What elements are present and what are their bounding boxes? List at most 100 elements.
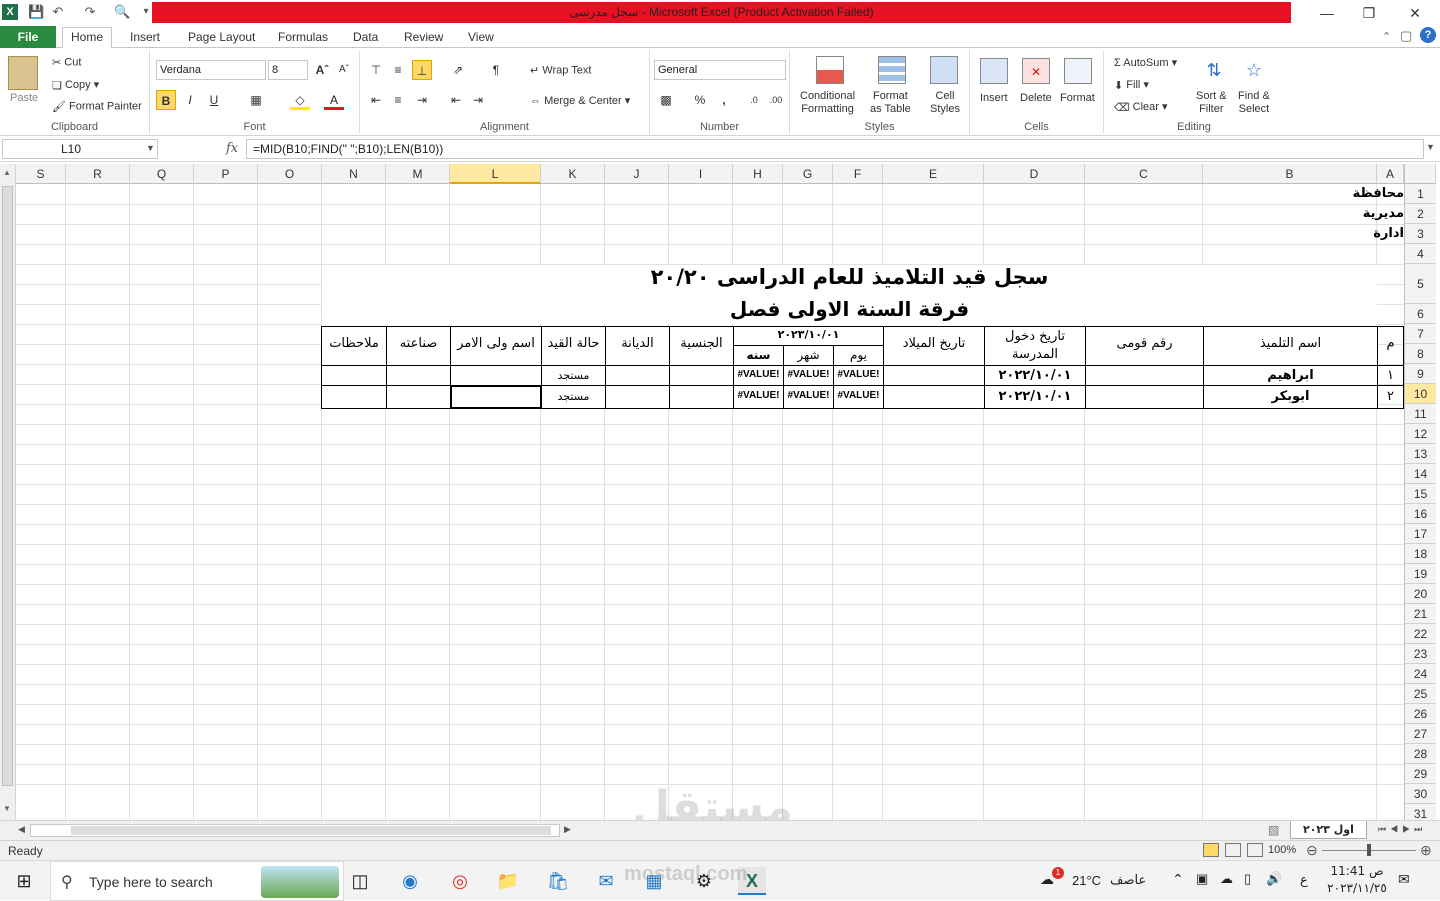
- orientation-icon[interactable]: ⇗: [448, 60, 468, 80]
- scroll-left-icon[interactable]: ◀: [18, 824, 25, 835]
- delete-button[interactable]: Delete: [1020, 92, 1052, 104]
- shrink-font-icon[interactable]: Aˇ: [334, 60, 354, 80]
- fill-color-icon[interactable]: ◇: [290, 90, 310, 110]
- insert-button[interactable]: Insert: [980, 92, 1008, 104]
- align-bottom-icon[interactable]: ⊥: [412, 60, 432, 80]
- increase-indent-icon[interactable]: ⇥: [468, 90, 488, 110]
- row9-guardian-cell[interactable]: [450, 365, 542, 386]
- cell-styles-button[interactable]: Cell Styles: [930, 90, 960, 116]
- align-middle-icon[interactable]: ≡: [388, 60, 408, 80]
- row-header-10[interactable]: 10: [1404, 384, 1436, 404]
- font-color-icon[interactable]: A: [324, 90, 344, 110]
- mail-icon[interactable]: ✉: [592, 867, 620, 895]
- row-header-28[interactable]: 28: [1404, 744, 1436, 764]
- format-as-table-icon[interactable]: [878, 56, 906, 84]
- col-header-e[interactable]: E: [883, 164, 984, 184]
- row-header-17[interactable]: 17: [1404, 524, 1436, 544]
- horizontal-scroll-thumb[interactable]: [71, 826, 551, 835]
- page-layout-view-icon[interactable]: [1225, 843, 1241, 857]
- col-header-q[interactable]: Q: [130, 164, 194, 184]
- row10-notes-cell[interactable]: [321, 385, 387, 409]
- network-icon[interactable]: ☁: [1220, 871, 1233, 887]
- row-header-15[interactable]: 15: [1404, 484, 1436, 504]
- tab-data[interactable]: Data: [345, 28, 386, 48]
- tab-insert[interactable]: Insert: [122, 28, 168, 48]
- format-painter-button[interactable]: 🖌 Format Painter: [52, 100, 142, 113]
- col-header-l[interactable]: L: [450, 164, 541, 184]
- delete-cells-icon[interactable]: ✕: [1022, 58, 1050, 84]
- insert-cells-icon[interactable]: [980, 58, 1008, 84]
- row-header-26[interactable]: 26: [1404, 704, 1436, 724]
- number-format-dropdown[interactable]: General: [654, 60, 786, 80]
- undo-icon[interactable]: ↶: [50, 4, 66, 20]
- align-top-icon[interactable]: ⊤: [366, 60, 386, 80]
- row10-national-cell[interactable]: [1085, 385, 1204, 409]
- paste-icon[interactable]: [8, 56, 38, 90]
- horizontal-scrollbar[interactable]: [30, 824, 560, 837]
- window-restore-small-icon[interactable]: ▢: [1400, 28, 1412, 44]
- row-header-27[interactable]: 27: [1404, 724, 1436, 744]
- align-right-icon[interactable]: ⇥: [412, 90, 432, 110]
- conditional-formatting-button[interactable]: Conditional Formatting: [800, 90, 855, 116]
- zoom-level[interactable]: 100%: [1268, 844, 1296, 856]
- scroll-down-icon[interactable]: ▼: [3, 804, 11, 813]
- restore-button[interactable]: ❐: [1354, 4, 1384, 22]
- weather-text[interactable]: عاصف: [1110, 873, 1146, 888]
- store-icon[interactable]: 🛍: [544, 867, 572, 895]
- tab-file[interactable]: File: [0, 26, 56, 48]
- cut-button[interactable]: ✂ Cut: [52, 56, 81, 69]
- autosum-button[interactable]: Σ AutoSum ▾: [1114, 56, 1177, 69]
- select-all-corner[interactable]: [1404, 164, 1436, 184]
- col-header-f[interactable]: F: [833, 164, 883, 184]
- row-header-4[interactable]: 4: [1404, 244, 1436, 264]
- row-header-11[interactable]: 11: [1404, 404, 1436, 424]
- row10-birth-cell[interactable]: [883, 385, 985, 409]
- format-cells-icon[interactable]: [1064, 58, 1092, 84]
- col-header-c[interactable]: C: [1085, 164, 1203, 184]
- row-header-7[interactable]: 7: [1404, 324, 1436, 344]
- row-header-14[interactable]: 14: [1404, 464, 1436, 484]
- print-preview-icon[interactable]: 🔍: [114, 4, 130, 20]
- save-icon[interactable]: 💾: [28, 4, 44, 20]
- row-header-29[interactable]: 29: [1404, 764, 1436, 784]
- vertical-scrollbar[interactable]: ▲ ▼: [0, 164, 16, 820]
- row-header-23[interactable]: 23: [1404, 644, 1436, 664]
- row-header-25[interactable]: 25: [1404, 684, 1436, 704]
- language-indicator[interactable]: ع: [1300, 873, 1308, 888]
- zoom-out-icon[interactable]: ⊖: [1306, 842, 1318, 859]
- formula-input[interactable]: =MID(B10;FIND(" ";B10);LEN(B10)): [246, 139, 1424, 159]
- row-header-6[interactable]: 6: [1404, 304, 1436, 324]
- underline-button[interactable]: U: [204, 90, 224, 110]
- rtl-icon[interactable]: ¶: [486, 60, 506, 80]
- wrap-text-button[interactable]: ↵ Wrap Text: [530, 64, 591, 77]
- font-size-dropdown[interactable]: 8: [268, 60, 308, 80]
- fill-button[interactable]: ⬇ Fill ▾: [1114, 78, 1149, 92]
- file-explorer-icon[interactable]: 📁: [494, 867, 522, 895]
- help-icon[interactable]: ?: [1420, 27, 1436, 43]
- find-select-button[interactable]: Find & Select: [1238, 90, 1270, 116]
- borders-icon[interactable]: ▦: [246, 90, 266, 110]
- zoom-in-icon[interactable]: ⊕: [1420, 842, 1432, 859]
- row-header-21[interactable]: 21: [1404, 604, 1436, 624]
- col-header-k[interactable]: K: [541, 164, 605, 184]
- row-header-22[interactable]: 22: [1404, 624, 1436, 644]
- col-header-s[interactable]: S: [16, 164, 66, 184]
- vertical-scroll-thumb[interactable]: [2, 186, 13, 786]
- show-hidden-icons[interactable]: ⌃: [1172, 871, 1184, 888]
- sheet-tab-active[interactable]: اول ٢٠٢٣: [1290, 821, 1367, 839]
- scroll-right-icon[interactable]: ▶: [564, 824, 571, 835]
- row-header-3[interactable]: 3: [1404, 224, 1436, 244]
- insert-function-button[interactable]: fx: [226, 141, 238, 156]
- col-header-m[interactable]: M: [386, 164, 450, 184]
- clock-time[interactable]: 11:41 ص: [1326, 864, 1388, 878]
- row9-religion-cell[interactable]: [605, 365, 670, 386]
- col-header-g[interactable]: G: [783, 164, 833, 184]
- clear-button[interactable]: ⌫ Clear ▾: [1114, 100, 1168, 114]
- format-as-table-button[interactable]: Format as Table: [870, 90, 911, 116]
- col-header-j[interactable]: J: [605, 164, 669, 184]
- col-header-b[interactable]: B: [1203, 164, 1377, 184]
- name-box[interactable]: L10: [2, 139, 158, 159]
- merge-center-button[interactable]: ⇔ Merge & Center ▾: [530, 94, 630, 107]
- row-header-19[interactable]: 19: [1404, 564, 1436, 584]
- tab-formulas[interactable]: Formulas: [270, 28, 336, 48]
